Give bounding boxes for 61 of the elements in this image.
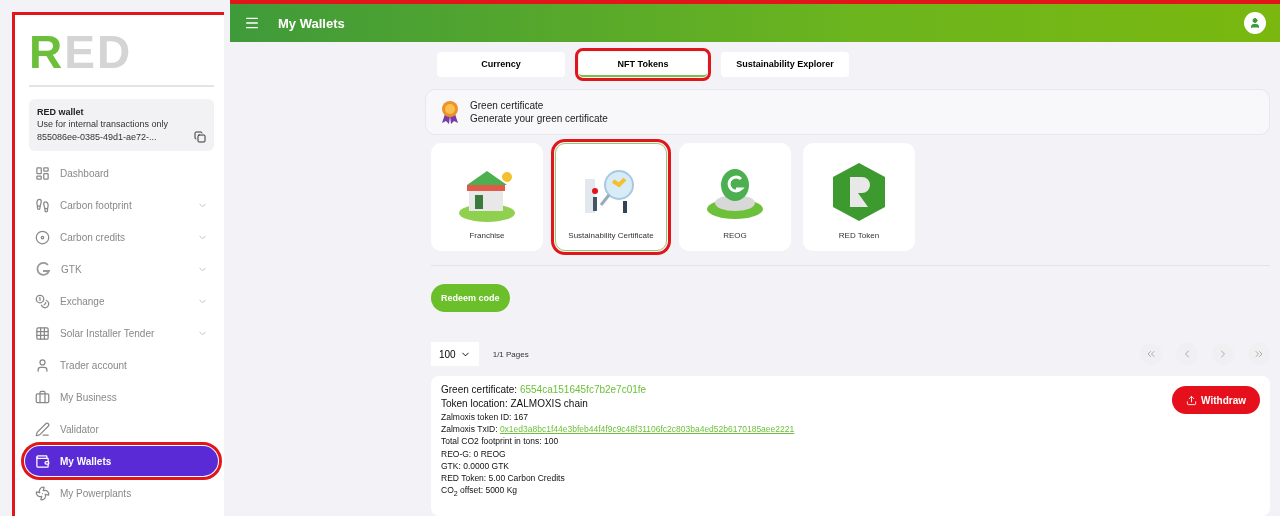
fan-icon <box>35 485 50 501</box>
record-line: CO$_{2}$ offset: 5000 Kg <box>441 485 519 499</box>
record-line: Token location: ZALMOXIS chain <box>441 398 589 410</box>
record-line: GTK: 0.0000 GTK <box>441 460 511 471</box>
redeem-code-button[interactable]: Redeem code <box>431 284 510 312</box>
first-page-icon <box>1145 348 1157 360</box>
sidebar-item[interactable]: My Business <box>25 382 218 412</box>
copy-icon[interactable] <box>194 131 206 143</box>
page-title: My Wallets <box>278 15 346 31</box>
user-icon <box>1249 17 1261 29</box>
first-page-button[interactable] <box>1140 343 1162 365</box>
wallet-subtitle: Use for internal transactions only <box>37 119 170 129</box>
record-line: Green certificate: 6554ca151645fc7b2e7c01fe <box>441 384 648 396</box>
record-line: Zalmoxis token ID: 167 <box>441 412 529 423</box>
target-icon <box>35 229 50 245</box>
wallet-icon <box>35 453 50 469</box>
upload-icon <box>1186 394 1198 406</box>
tab[interactable]: Currency <box>437 52 565 77</box>
medal-icon <box>440 100 460 124</box>
sidebar-item[interactable]: Solar Installer Tender <box>25 318 218 348</box>
record-line: REO-G: 0 REOG <box>441 448 507 459</box>
sidebar-item[interactable]: Exchange <box>25 286 218 316</box>
page-count: 1/1 Pages <box>492 349 530 359</box>
previous-page-button[interactable] <box>1176 343 1198 365</box>
coins-icon <box>35 293 50 309</box>
menu-icon[interactable] <box>244 15 260 31</box>
solar-panel-icon <box>35 325 50 341</box>
sidebar-item[interactable]: Carbon credits <box>25 222 218 252</box>
footprint-icon <box>35 197 50 213</box>
certificate-banner[interactable]: Green certificate Generate your green certificate <box>425 89 1270 135</box>
token-card[interactable]: RED Token <box>803 143 915 251</box>
sidebar-item[interactable]: Carbon footprint <box>25 190 218 220</box>
record-line: Total CO2 footprint in tons: 100 <box>441 436 560 447</box>
avatar[interactable] <box>1244 12 1266 34</box>
banner-title: Green certificate <box>470 100 545 111</box>
dashboard-icon <box>35 165 50 181</box>
tab[interactable]: Sustainability Explorer <box>721 52 849 77</box>
next-page-button[interactable] <box>1212 343 1234 365</box>
pen-icon <box>35 421 50 437</box>
letter-g-icon <box>35 261 51 277</box>
briefcase-icon <box>35 389 50 405</box>
sidebar-item[interactable]: Trader account <box>25 350 218 380</box>
withdraw-button[interactable]: Withdraw <box>1172 386 1260 414</box>
page-size-select[interactable]: 100 <box>431 342 479 366</box>
hexagon-logo-drawing <box>830 161 888 223</box>
sidebar-item[interactable]: Dashboard <box>25 158 218 188</box>
sidebar-item[interactable]: GTK <box>25 254 218 284</box>
token-card[interactable]: REOG <box>679 143 791 251</box>
token-card[interactable]: Franchise <box>431 143 543 251</box>
last-page-button[interactable] <box>1248 343 1270 365</box>
banner-subtitle: Generate your green certificate <box>470 113 608 124</box>
txid-link[interactable]: 0x1ed3a8bc1f44e3bfeb44f4f9c9c48f31106fc2c803ba4ed52b6170185aee2221 <box>499 424 795 435</box>
wallet-address: 855086ee-0385-49d1-ae72-... <box>37 132 157 142</box>
record-line: Zalmoxis TxID: 0x1ed3a8bc1f44e3bfeb44f4f9c9c48f31106fc2c803ba4ed52b6170185aee2221 <box>441 424 795 435</box>
sidebar-item[interactable]: My Powerplants <box>25 478 218 508</box>
record-line: RED Token: 5.00 Carbon Credits <box>441 472 566 484</box>
wallet-title: RED wallet <box>37 107 85 117</box>
sidebar-item[interactable]: Validator <box>25 414 218 444</box>
last-page-icon <box>1253 348 1265 360</box>
user-icon <box>35 357 50 373</box>
certificate-id: 6554ca151645fc7b2e7c01fe <box>519 384 647 395</box>
